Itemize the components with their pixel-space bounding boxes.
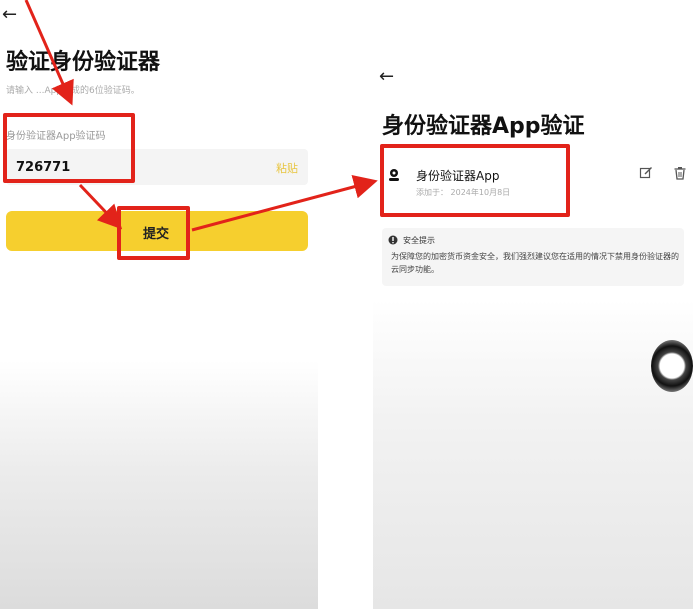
back-arrow-icon[interactable]: ←: [2, 6, 17, 24]
page-subtitle: 请输入 ...App生成的6位验证码。: [6, 86, 140, 96]
back-arrow-icon[interactable]: ←: [379, 68, 394, 86]
security-notice: 安全提示 为保障您的加密货币资金安全，我们强烈建议您在适用的情况下禁用身份验证器…: [382, 228, 684, 286]
edit-icon[interactable]: [639, 166, 653, 180]
paste-button[interactable]: 粘贴: [276, 160, 298, 176]
highlight-box-submit: [117, 206, 190, 260]
verify-authenticator-screen: ← 验证身份验证器 请输入 ...App生成的6位验证码。 身份验证器App验证…: [0, 0, 318, 609]
authenticator-verification-screen: ← 身份验证器App验证 身份验证器App 添加于： 2024年10月8日 安全…: [373, 0, 693, 609]
highlight-box-code-field: [3, 113, 135, 183]
page-title: 验证身份验证器: [6, 50, 161, 75]
delete-icon[interactable]: [673, 166, 687, 180]
page-title: 身份验证器App验证: [382, 114, 585, 139]
highlight-box-authenticator-card: [380, 144, 570, 217]
security-notice-title: 安全提示: [403, 236, 435, 245]
security-notice-text: 为保障您的加密货币资金安全，我们强烈建议您在适用的情况下禁用身份验证器的云同步功…: [391, 252, 679, 274]
warning-icon: [388, 235, 398, 245]
floating-button[interactable]: [651, 340, 693, 392]
